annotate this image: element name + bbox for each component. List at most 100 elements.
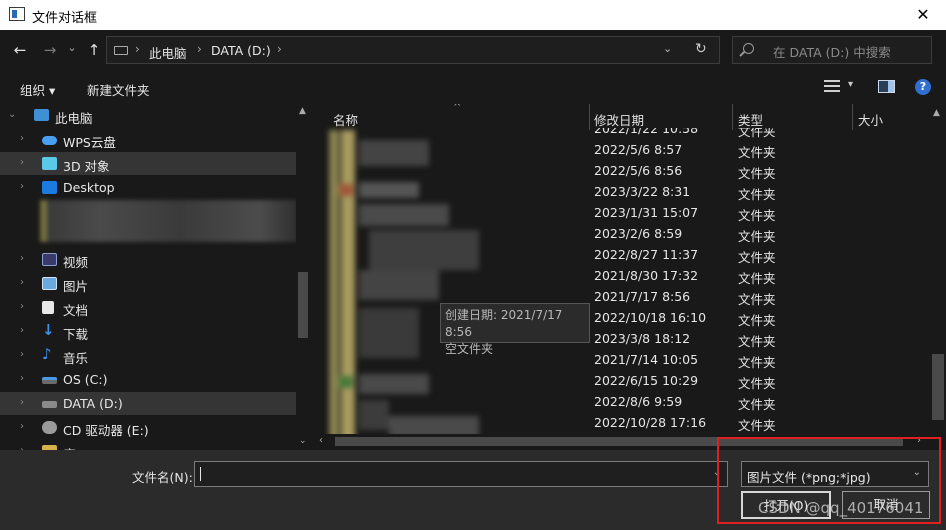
column-divider[interactable]: [852, 104, 853, 130]
scroll-left-icon[interactable]: ‹: [319, 435, 323, 446]
tree-item-library[interactable]: › 库: [0, 440, 296, 450]
file-row[interactable]: 2022/10/28 17:16 文件夹: [313, 412, 933, 433]
chevron-right-icon: ›: [197, 42, 202, 56]
chevron-right-icon[interactable]: ›: [20, 325, 24, 336]
column-divider[interactable]: [732, 104, 733, 130]
search-icon: [743, 43, 754, 54]
tooltip-folder-info: 空文件夹: [445, 342, 494, 356]
breadcrumb-this-pc[interactable]: 此电脑: [149, 43, 187, 62]
tree-item-label: WPS云盘: [63, 135, 116, 150]
file-row[interactable]: 2022/8/6 9:59 文件夹: [313, 391, 933, 412]
tooltip: 创建日期: 2021/7/17 8:56 空文件夹: [440, 303, 590, 356]
cd-drive-icon: [42, 421, 57, 434]
file-row[interactable]: 2021/7/17 8:56 文件夹: [313, 286, 933, 307]
new-folder-button[interactable]: 新建文件夹: [87, 80, 150, 99]
column-divider[interactable]: [589, 104, 590, 130]
column-type[interactable]: 类型: [738, 110, 763, 129]
tree-item-label: DATA (D:): [63, 396, 123, 411]
scrollbar-thumb[interactable]: [298, 272, 308, 338]
file-dialog: 文件对话框 ✕ ← → ⌄ ↑ › 此电脑 › DATA (D:) › ⌄ ↻ …: [0, 0, 946, 530]
tree-item-this-pc[interactable]: ⌄ 此电脑: [0, 104, 296, 127]
help-icon[interactable]: ?: [915, 79, 931, 95]
tree-item-desktop[interactable]: › Desktop: [0, 176, 296, 199]
tree-item-pictures[interactable]: › 图片: [0, 272, 296, 295]
row-date: 2022/10/28 17:16: [594, 415, 707, 430]
chevron-right-icon[interactable]: ›: [20, 181, 24, 192]
window-icon: [9, 7, 25, 21]
back-button[interactable]: ←: [10, 40, 30, 60]
tree-item-label: 图片: [63, 279, 89, 294]
chevron-right-icon[interactable]: ›: [20, 253, 24, 264]
row-date: 2022/10/18 16:10: [594, 310, 707, 325]
address-bar[interactable]: › 此电脑 › DATA (D:) › ⌄ ↻: [106, 36, 720, 64]
tree-item-label: 文档: [63, 303, 89, 318]
file-row[interactable]: 2023/3/22 8:31 文件夹: [313, 181, 933, 202]
search-placeholder: 在 DATA (D:) 中搜索: [773, 45, 891, 60]
chevron-right-icon[interactable]: ›: [20, 397, 24, 408]
file-row[interactable]: 2021/7/14 10:05 文件夹: [313, 349, 933, 370]
file-row[interactable]: 2022/10/18 16:10 文件夹: [313, 307, 933, 328]
row-date: 2022/5/6 8:57: [594, 142, 683, 157]
tree-item-os-c[interactable]: › OS (C:): [0, 368, 296, 391]
tree-item-label: 下载: [63, 327, 89, 342]
tree-scrollbar[interactable]: ▲ ⌄: [296, 104, 312, 450]
chevron-down-icon[interactable]: ▾: [848, 79, 853, 90]
watermark: CSDN @qq_40176041: [758, 499, 924, 517]
file-row[interactable]: 2023/1/31 15:07 文件夹: [313, 202, 933, 223]
column-size[interactable]: 大小: [858, 110, 883, 129]
tree-item-cd-drive[interactable]: › CD 驱动器 (E:): [0, 416, 296, 439]
column-modified[interactable]: 修改日期: [594, 110, 644, 129]
tree-item-music[interactable]: › ♪ 音乐: [0, 344, 296, 367]
cube-icon: [42, 157, 57, 170]
row-type: 文件夹: [738, 187, 776, 202]
recent-locations-button[interactable]: ⌄: [62, 38, 82, 58]
file-list-scrollbar[interactable]: ▲: [930, 104, 946, 434]
tree-item-downloads[interactable]: › ↓ 下载: [0, 320, 296, 343]
scroll-up-icon[interactable]: ▲: [299, 106, 306, 116]
file-row[interactable]: 2022/8/27 11:37 文件夹: [313, 244, 933, 265]
forward-button[interactable]: →: [40, 40, 60, 60]
organize-menu[interactable]: 组织 ▾: [20, 80, 55, 99]
file-row[interactable]: 2021/8/30 17:32 文件夹: [313, 265, 933, 286]
tree-item-3d-objects[interactable]: › 3D 对象: [0, 152, 296, 175]
file-row[interactable]: 2022/5/6 8:56 文件夹: [313, 160, 933, 181]
chevron-right-icon[interactable]: ›: [20, 277, 24, 288]
title-bar: 文件对话框 ✕: [0, 0, 946, 30]
filename-label: 文件名(N):: [132, 470, 193, 485]
chevron-right-icon[interactable]: ›: [20, 421, 24, 432]
scroll-up-icon[interactable]: ▲: [933, 108, 940, 118]
chevron-right-icon[interactable]: ›: [20, 133, 24, 144]
tree-item-documents[interactable]: › 文档: [0, 296, 296, 319]
close-button[interactable]: ✕: [900, 0, 946, 30]
view-list-icon[interactable]: [824, 80, 840, 92]
file-row[interactable]: 2022/5/6 8:57 文件夹: [313, 139, 933, 160]
file-row[interactable]: 2023/2/6 8:59 文件夹: [313, 223, 933, 244]
cloud-icon: [42, 136, 57, 145]
tree-item-data-d[interactable]: › DATA (D:): [0, 392, 296, 415]
preview-pane-icon[interactable]: [878, 80, 895, 93]
refresh-icon[interactable]: ↻: [695, 41, 707, 57]
up-button[interactable]: ↑: [84, 40, 104, 60]
search-box[interactable]: 在 DATA (D:) 中搜索: [732, 36, 932, 64]
breadcrumb-data-drive[interactable]: DATA (D:): [211, 43, 271, 58]
chevron-right-icon[interactable]: ›: [20, 157, 24, 168]
filename-input[interactable]: ⌄: [194, 461, 728, 487]
column-name[interactable]: 名称: [333, 110, 358, 129]
chevron-right-icon[interactable]: ›: [20, 349, 24, 360]
file-row[interactable]: 2023/3/8 18:12 文件夹: [313, 328, 933, 349]
tree-item-videos[interactable]: › 视频: [0, 248, 296, 271]
chevron-down-icon[interactable]: ⌄: [663, 42, 672, 55]
scroll-down-icon[interactable]: ⌄: [299, 436, 307, 446]
tree-item-label: 音乐: [63, 351, 89, 366]
row-type: 文件夹: [738, 208, 776, 223]
chevron-right-icon[interactable]: ›: [20, 373, 24, 384]
file-row[interactable]: 2022/6/15 10:29 文件夹: [313, 370, 933, 391]
scrollbar-thumb[interactable]: [932, 354, 944, 420]
chevron-down-icon[interactable]: ⌄: [8, 109, 16, 120]
chevron-right-icon[interactable]: ›: [20, 301, 24, 312]
command-bar: 组织 ▾ 新建文件夹: [0, 74, 946, 102]
redacted-tree-items: [40, 200, 298, 242]
tree-item-wps-cloud[interactable]: › WPS云盘: [0, 128, 296, 151]
navigation-tree: ⌄ 此电脑 › WPS云盘 › 3D 对象 › Desktop › 视频 › 图…: [0, 104, 312, 450]
row-type: 文件夹: [738, 166, 776, 181]
